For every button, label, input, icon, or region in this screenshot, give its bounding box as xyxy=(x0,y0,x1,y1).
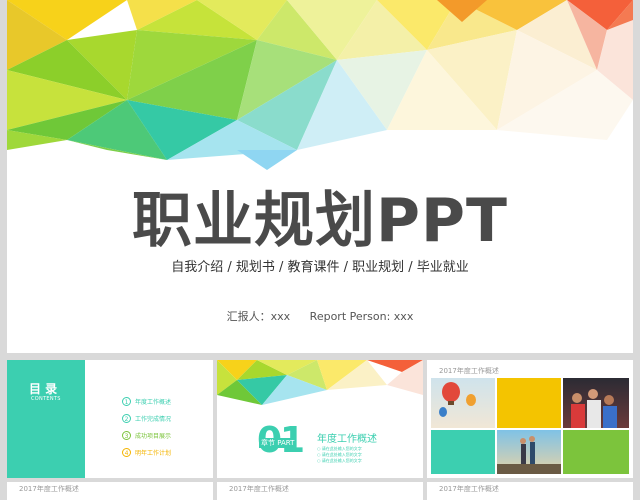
reporter-cn: 汇报人：xxx xyxy=(226,310,291,323)
toc-item-number: 3 xyxy=(122,431,131,440)
toc-heading-en: CONTENTS xyxy=(31,396,61,402)
slide-thumbnail-partial[interactable]: 2017年度工作概述 xyxy=(427,482,633,500)
text-block-green xyxy=(563,430,629,474)
team-icon xyxy=(571,389,617,428)
photo-couple xyxy=(497,430,561,474)
reporter-line: 汇报人：xxx Report Person: xxx xyxy=(7,308,633,324)
section-title: 年度工作概述 xyxy=(317,434,377,445)
toc-item-number: 1 xyxy=(122,397,131,406)
presentation-subtitle: 自我介绍 / 规划书 / 教育课件 / 职业规划 / 毕业就业 xyxy=(171,260,469,275)
toc-item-number: 4 xyxy=(122,448,131,457)
text-block-teal xyxy=(431,430,495,474)
toc-item-label: 成功项目展示 xyxy=(135,433,172,440)
toc-sidebar xyxy=(7,360,85,478)
photo-balloons xyxy=(431,378,495,428)
slide-thumbnail-section[interactable]: 01 章节 PART 年度工作概述 ○ 请在此处输入您的文字 ○ 请在此处输入您… xyxy=(217,360,423,478)
toc-item: 3 成功项目展示 xyxy=(122,431,171,440)
text-block-yellow xyxy=(497,378,561,428)
section-chapter: 章节 PART xyxy=(259,438,297,448)
toc-item-label: 工作完成情况 xyxy=(135,416,172,423)
toc-item: 4 明年工作计划 xyxy=(122,448,171,457)
slide-thumbnail-partial[interactable]: 2017年度工作概述 xyxy=(217,482,423,500)
reporter-en: Report Person: xxx xyxy=(309,310,414,323)
thumbnail-label: 2017年度工作概述 xyxy=(439,485,499,493)
main-slide-preview[interactable]: 职业规划PPT 自我介绍 / 规划书 / 教育课件 / 职业规划 / 毕业就业 … xyxy=(7,0,633,353)
toc-item-number: 2 xyxy=(122,414,131,423)
toc-item: 1 年度工作概述 xyxy=(122,397,171,406)
slide-thumbnail-toc[interactable]: 目 录 CONTENTS 1 年度工作概述 2 工作完成情况 3 成功项目展示 4 明年… xyxy=(7,360,213,478)
slide-thumbnail-overview[interactable]: 2017年度工作概述 xyxy=(427,360,633,478)
toc-heading: 目 录 xyxy=(29,382,58,396)
section-bullet: ○ 请在此处输入您的文字 xyxy=(317,458,362,463)
toc-item-label: 明年工作计划 xyxy=(135,450,172,457)
thumbnail-label: 2017年度工作概述 xyxy=(19,485,79,493)
low-poly-background xyxy=(217,360,423,405)
slide-thumbnail-partial[interactable]: 2017年度工作概述 xyxy=(7,482,213,500)
thumbnail-label: 2017年度工作概述 xyxy=(229,485,289,493)
presentation-title: 职业规划PPT xyxy=(132,186,508,256)
toc-item: 2 工作完成情况 xyxy=(122,414,171,423)
toc-item-label: 年度工作概述 xyxy=(135,399,172,406)
overview-title: 2017年度工作概述 xyxy=(439,367,499,375)
low-poly-background xyxy=(7,0,633,170)
balloon-icon xyxy=(439,382,476,417)
couple-icon xyxy=(497,436,561,474)
photo-team xyxy=(563,378,629,428)
